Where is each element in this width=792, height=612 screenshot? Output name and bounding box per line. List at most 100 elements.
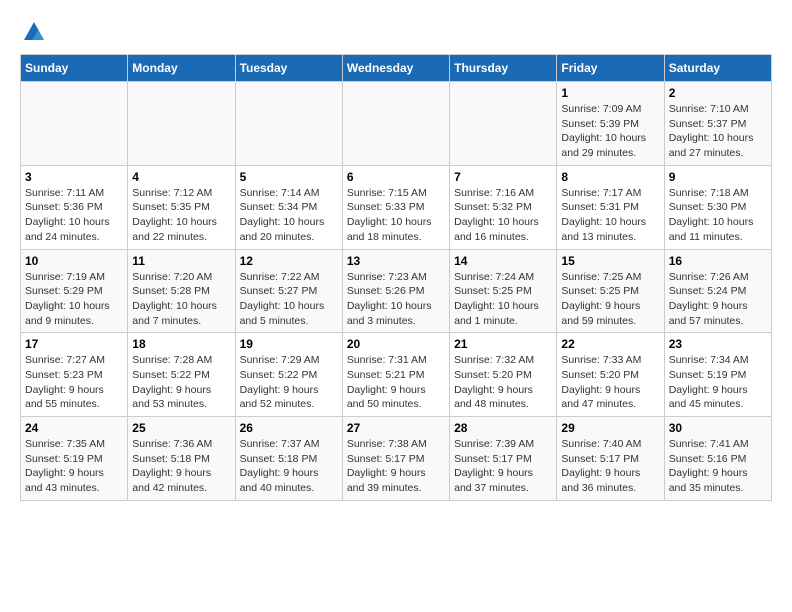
calendar-cell: 4Sunrise: 7:12 AM Sunset: 5:35 PM Daylig… — [128, 165, 235, 249]
day-info: Sunrise: 7:11 AM Sunset: 5:36 PM Dayligh… — [25, 186, 123, 245]
day-number: 27 — [347, 421, 445, 435]
calendar-cell: 11 Sunrise: 7:20 AM Sunset: 5:28 PM Dayli… — [128, 249, 235, 333]
day-number: 3 — [25, 170, 123, 184]
day-info: Sunrise: 7:28 AM Sunset: 5:22 PM Dayligh… — [132, 353, 230, 412]
calendar-header-tuesday: Tuesday — [235, 55, 342, 82]
calendar-cell: 30 Sunrise: 7:41 AM Sunset: 5:16 PM Dayli… — [664, 417, 771, 501]
day-info: Sunrise: 7:22 AM Sunset: 5:27 PM Dayligh… — [240, 270, 338, 329]
header — [20, 20, 772, 44]
calendar-cell: 23 Sunrise: 7:34 AM Sunset: 5:19 PM Dayli… — [664, 333, 771, 417]
calendar-table: SundayMondayTuesdayWednesdayThursdayFrid… — [20, 54, 772, 501]
day-number: 26 — [240, 421, 338, 435]
day-number: 13 — [347, 254, 445, 268]
calendar-cell — [342, 82, 449, 166]
calendar-cell: 25 Sunrise: 7:36 AM Sunset: 5:18 PM Dayli… — [128, 417, 235, 501]
calendar-cell: 26 Sunrise: 7:37 AM Sunset: 5:18 PM Dayli… — [235, 417, 342, 501]
day-info: Sunrise: 7:20 AM Sunset: 5:28 PM Dayligh… — [132, 270, 230, 329]
day-info: Sunrise: 7:26 AM Sunset: 5:24 PM Dayligh… — [669, 270, 767, 329]
day-number: 1 — [561, 86, 659, 100]
day-number: 28 — [454, 421, 552, 435]
day-number: 6 — [347, 170, 445, 184]
day-info: Sunrise: 7:16 AM Sunset: 5:32 PM Dayligh… — [454, 186, 552, 245]
calendar-header-wednesday: Wednesday — [342, 55, 449, 82]
day-info: Sunrise: 7:10 AM Sunset: 5:37 PM Dayligh… — [669, 102, 767, 161]
calendar-cell — [128, 82, 235, 166]
day-number: 20 — [347, 337, 445, 351]
calendar-cell: 9 Sunrise: 7:18 AM Sunset: 5:30 PM Daylig… — [664, 165, 771, 249]
calendar-week-row: 24 Sunrise: 7:35 AM Sunset: 5:19 PM Dayli… — [21, 417, 772, 501]
day-info: Sunrise: 7:32 AM Sunset: 5:20 PM Dayligh… — [454, 353, 552, 412]
day-number: 19 — [240, 337, 338, 351]
calendar-cell: 6Sunrise: 7:15 AM Sunset: 5:33 PM Daylig… — [342, 165, 449, 249]
calendar-cell: 12Sunrise: 7:22 AM Sunset: 5:27 PM Dayli… — [235, 249, 342, 333]
calendar-header-monday: Monday — [128, 55, 235, 82]
calendar-cell: 19 Sunrise: 7:29 AM Sunset: 5:22 PM Dayli… — [235, 333, 342, 417]
calendar-cell: 17Sunrise: 7:27 AM Sunset: 5:23 PM Dayli… — [21, 333, 128, 417]
day-info: Sunrise: 7:40 AM Sunset: 5:17 PM Dayligh… — [561, 437, 659, 496]
day-number: 30 — [669, 421, 767, 435]
day-number: 22 — [561, 337, 659, 351]
calendar-week-row: 1Sunrise: 7:09 AM Sunset: 5:39 PM Daylig… — [21, 82, 772, 166]
logo-icon — [22, 20, 46, 44]
calendar-cell: 1Sunrise: 7:09 AM Sunset: 5:39 PM Daylig… — [557, 82, 664, 166]
calendar-cell: 5 Sunrise: 7:14 AM Sunset: 5:34 PM Daylig… — [235, 165, 342, 249]
calendar-cell: 22 Sunrise: 7:33 AM Sunset: 5:20 PM Dayli… — [557, 333, 664, 417]
day-info: Sunrise: 7:35 AM Sunset: 5:19 PM Dayligh… — [25, 437, 123, 496]
day-info: Sunrise: 7:24 AM Sunset: 5:25 PM Dayligh… — [454, 270, 552, 329]
day-number: 14 — [454, 254, 552, 268]
day-number: 23 — [669, 337, 767, 351]
calendar-week-row: 10 Sunrise: 7:19 AM Sunset: 5:29 PM Dayli… — [21, 249, 772, 333]
calendar-cell: 15 Sunrise: 7:25 AM Sunset: 5:25 PM Dayli… — [557, 249, 664, 333]
calendar-cell: 24 Sunrise: 7:35 AM Sunset: 5:19 PM Dayli… — [21, 417, 128, 501]
day-number: 16 — [669, 254, 767, 268]
calendar-week-row: 17Sunrise: 7:27 AM Sunset: 5:23 PM Dayli… — [21, 333, 772, 417]
day-number: 5 — [240, 170, 338, 184]
day-info: Sunrise: 7:37 AM Sunset: 5:18 PM Dayligh… — [240, 437, 338, 496]
day-info: Sunrise: 7:18 AM Sunset: 5:30 PM Dayligh… — [669, 186, 767, 245]
calendar-cell: 28 Sunrise: 7:39 AM Sunset: 5:17 PM Dayli… — [450, 417, 557, 501]
day-info: Sunrise: 7:14 AM Sunset: 5:34 PM Dayligh… — [240, 186, 338, 245]
calendar-cell: 13 Sunrise: 7:23 AM Sunset: 5:26 PM Dayli… — [342, 249, 449, 333]
calendar-cell: 2 Sunrise: 7:10 AM Sunset: 5:37 PM Daylig… — [664, 82, 771, 166]
day-number: 11 — [132, 254, 230, 268]
calendar-cell — [450, 82, 557, 166]
day-number: 15 — [561, 254, 659, 268]
calendar-cell: 16 Sunrise: 7:26 AM Sunset: 5:24 PM Dayli… — [664, 249, 771, 333]
calendar-header-sunday: Sunday — [21, 55, 128, 82]
day-number: 18 — [132, 337, 230, 351]
calendar-cell: 27 Sunrise: 7:38 AM Sunset: 5:17 PM Dayli… — [342, 417, 449, 501]
day-info: Sunrise: 7:39 AM Sunset: 5:17 PM Dayligh… — [454, 437, 552, 496]
day-number: 29 — [561, 421, 659, 435]
calendar-week-row: 3 Sunrise: 7:11 AM Sunset: 5:36 PM Daylig… — [21, 165, 772, 249]
day-number: 24 — [25, 421, 123, 435]
calendar-cell — [235, 82, 342, 166]
calendar-header-friday: Friday — [557, 55, 664, 82]
calendar-cell: 7 Sunrise: 7:16 AM Sunset: 5:32 PM Daylig… — [450, 165, 557, 249]
logo — [20, 20, 46, 44]
calendar-header-thursday: Thursday — [450, 55, 557, 82]
day-number: 25 — [132, 421, 230, 435]
calendar-cell: 18 Sunrise: 7:28 AM Sunset: 5:22 PM Dayli… — [128, 333, 235, 417]
day-info: Sunrise: 7:41 AM Sunset: 5:16 PM Dayligh… — [669, 437, 767, 496]
calendar-cell: 14 Sunrise: 7:24 AM Sunset: 5:25 PM Dayli… — [450, 249, 557, 333]
calendar-header-row: SundayMondayTuesdayWednesdayThursdayFrid… — [21, 55, 772, 82]
day-info: Sunrise: 7:36 AM Sunset: 5:18 PM Dayligh… — [132, 437, 230, 496]
day-info: Sunrise: 7:25 AM Sunset: 5:25 PM Dayligh… — [561, 270, 659, 329]
calendar-cell: 10 Sunrise: 7:19 AM Sunset: 5:29 PM Dayli… — [21, 249, 128, 333]
day-info: Sunrise: 7:17 AM Sunset: 5:31 PM Dayligh… — [561, 186, 659, 245]
day-info: Sunrise: 7:34 AM Sunset: 5:19 PM Dayligh… — [669, 353, 767, 412]
calendar-cell: 8Sunrise: 7:17 AM Sunset: 5:31 PM Daylig… — [557, 165, 664, 249]
day-number: 7 — [454, 170, 552, 184]
day-info: Sunrise: 7:19 AM Sunset: 5:29 PM Dayligh… — [25, 270, 123, 329]
calendar-cell: 29 Sunrise: 7:40 AM Sunset: 5:17 PM Dayli… — [557, 417, 664, 501]
day-number: 9 — [669, 170, 767, 184]
calendar-cell — [21, 82, 128, 166]
day-number: 4 — [132, 170, 230, 184]
day-info: Sunrise: 7:31 AM Sunset: 5:21 PM Dayligh… — [347, 353, 445, 412]
day-number: 10 — [25, 254, 123, 268]
day-number: 2 — [669, 86, 767, 100]
day-info: Sunrise: 7:38 AM Sunset: 5:17 PM Dayligh… — [347, 437, 445, 496]
day-info: Sunrise: 7:33 AM Sunset: 5:20 PM Dayligh… — [561, 353, 659, 412]
day-info: Sunrise: 7:23 AM Sunset: 5:26 PM Dayligh… — [347, 270, 445, 329]
day-info: Sunrise: 7:29 AM Sunset: 5:22 PM Dayligh… — [240, 353, 338, 412]
